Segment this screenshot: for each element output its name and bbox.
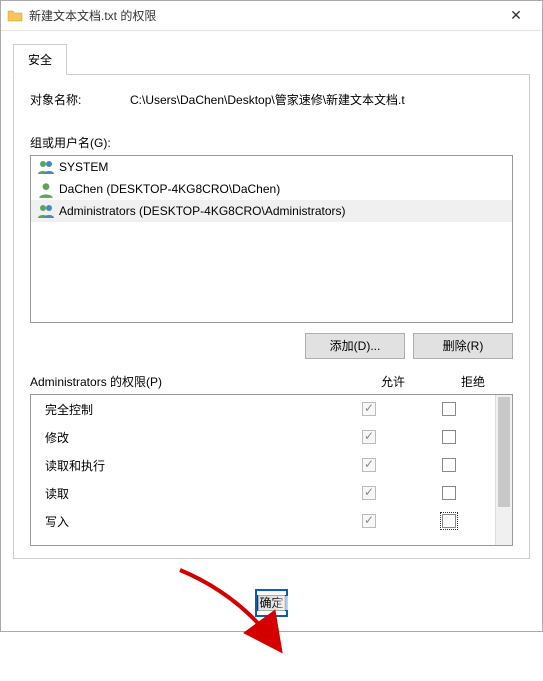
allow-checkbox[interactable] xyxy=(362,430,376,444)
permissions-header: Administrators 的权限(P) 允许 拒绝 xyxy=(30,373,513,390)
object-name-value: C:\Users\DaChen\Desktop\管家速修\新建文本文档.t xyxy=(130,91,513,108)
permissions-scrollbar[interactable] xyxy=(495,395,512,545)
folder-icon xyxy=(7,8,23,24)
close-icon: ✕ xyxy=(510,7,522,24)
permissions-title: Administrators 的权限(P) xyxy=(30,373,353,390)
window-title: 新建文本文档.txt 的权限 xyxy=(29,7,496,24)
permission-row: 读取 xyxy=(31,479,495,507)
close-button[interactable]: ✕ xyxy=(496,2,536,30)
permission-name: 写入 xyxy=(45,513,329,530)
permission-name: 读取 xyxy=(45,485,329,502)
permissions-listbox: 完全控制修改读取和执行读取写入 xyxy=(30,394,513,546)
deny-checkbox[interactable] xyxy=(442,402,456,416)
permissions-dialog: 新建文本文档.txt 的权限 ✕ 安全 对象名称: C:\Users\DaChe… xyxy=(0,0,543,632)
group-buttons-row: 添加(D)... 删除(R) xyxy=(30,333,513,359)
deny-checkbox[interactable] xyxy=(442,486,456,500)
deny-checkbox[interactable] xyxy=(442,430,456,444)
permissions-rows: 完全控制修改读取和执行读取写入 xyxy=(31,395,495,545)
tab-panel-security: 对象名称: C:\Users\DaChen\Desktop\管家速修\新建文本文… xyxy=(13,74,530,559)
group-item-label: Administrators (DESKTOP-4KG8CRO\Administ… xyxy=(59,204,346,218)
ok-button[interactable]: 确定 xyxy=(258,595,284,611)
deny-column-header: 拒绝 xyxy=(433,373,513,390)
remove-button[interactable]: 删除(R) xyxy=(413,333,513,359)
scrollbar-thumb[interactable] xyxy=(498,397,510,507)
allow-checkbox[interactable] xyxy=(362,402,376,416)
user-icon xyxy=(37,181,55,197)
group-item[interactable]: DaChen (DESKTOP-4KG8CRO\DaChen) xyxy=(31,178,512,200)
permission-row: 修改 xyxy=(31,423,495,451)
allow-checkbox[interactable] xyxy=(362,514,376,528)
group-icon xyxy=(37,203,55,219)
groups-label: 组或用户名(G): xyxy=(30,134,513,151)
permission-name: 读取和执行 xyxy=(45,457,329,474)
dialog-body: 安全 对象名称: C:\Users\DaChen\Desktop\管家速修\新建… xyxy=(1,31,542,631)
allow-checkbox[interactable] xyxy=(362,458,376,472)
tab-security[interactable]: 安全 xyxy=(13,44,67,75)
deny-checkbox[interactable] xyxy=(442,514,456,528)
deny-checkbox[interactable] xyxy=(442,458,456,472)
add-button[interactable]: 添加(D)... xyxy=(305,333,405,359)
ok-button-highlight-inner: 确定 xyxy=(257,595,285,611)
allow-checkbox[interactable] xyxy=(362,486,376,500)
titlebar: 新建文本文档.txt 的权限 ✕ xyxy=(1,1,542,31)
object-name-row: 对象名称: C:\Users\DaChen\Desktop\管家速修\新建文本文… xyxy=(30,91,513,108)
allow-column-header: 允许 xyxy=(353,373,433,390)
object-name-label: 对象名称: xyxy=(30,91,130,108)
permission-row: 写入 xyxy=(31,507,495,535)
groups-listbox[interactable]: SYSTEM DaChen (DESKTOP-4KG8CRO\DaChen) Adm… xyxy=(30,155,513,323)
permission-name: 完全控制 xyxy=(45,401,329,418)
group-item-label: DaChen (DESKTOP-4KG8CRO\DaChen) xyxy=(59,182,280,196)
ok-button-highlight: 确定 xyxy=(255,589,287,617)
permission-row: 完全控制 xyxy=(31,395,495,423)
tabs: 安全 xyxy=(13,43,530,74)
group-icon xyxy=(37,159,55,175)
group-item-label: SYSTEM xyxy=(59,160,108,174)
permission-name: 修改 xyxy=(45,429,329,446)
permission-row: 读取和执行 xyxy=(31,451,495,479)
group-item[interactable]: Administrators (DESKTOP-4KG8CRO\Administ… xyxy=(31,200,512,222)
group-item[interactable]: SYSTEM xyxy=(31,156,512,178)
dialog-footer: 确定 xyxy=(13,589,530,617)
